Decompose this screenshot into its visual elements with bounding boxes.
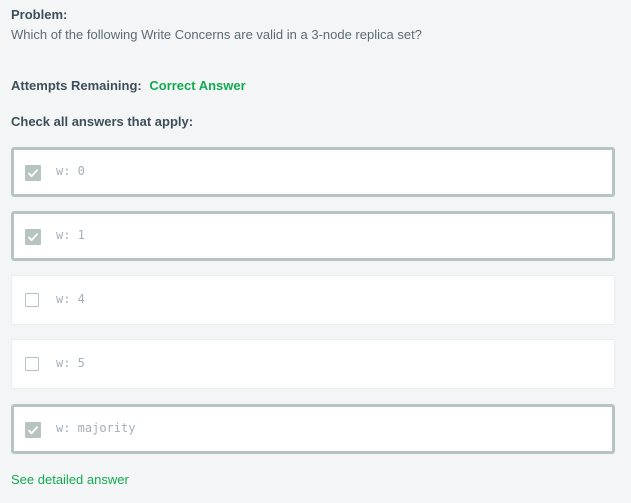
checkbox[interactable] [25,422,41,438]
option-label: w: 1 [56,228,85,242]
option-label: w: 4 [56,292,85,306]
answer-option[interactable]: w: 4 [11,275,615,325]
option-label: w: 5 [56,356,85,370]
answer-option[interactable]: w: 0 [11,147,615,197]
see-detailed-answer-link[interactable]: See detailed answer [11,472,129,487]
checkmark-icon [27,425,39,435]
problem-question: Which of the following Write Concerns ar… [11,27,422,42]
checkbox[interactable] [25,293,39,307]
attempts-row: Attempts Remaining: Correct Answer [11,78,246,93]
attempts-label: Attempts Remaining: [11,78,142,93]
checkmark-icon [27,232,39,242]
answer-option[interactable]: w: 1 [11,211,615,261]
problem-label: Problem: [11,7,68,22]
answer-status: Correct Answer [149,78,246,93]
checkbox[interactable] [25,357,39,371]
checkmark-icon [27,168,39,178]
checkbox[interactable] [25,165,41,181]
instructions: Check all answers that apply: [11,114,194,129]
option-label: w: 0 [56,164,85,178]
checkbox[interactable] [25,229,41,245]
option-label: w: majority [56,421,136,435]
answer-option[interactable]: w: majority [11,404,615,454]
answer-option[interactable]: w: 5 [11,339,615,389]
